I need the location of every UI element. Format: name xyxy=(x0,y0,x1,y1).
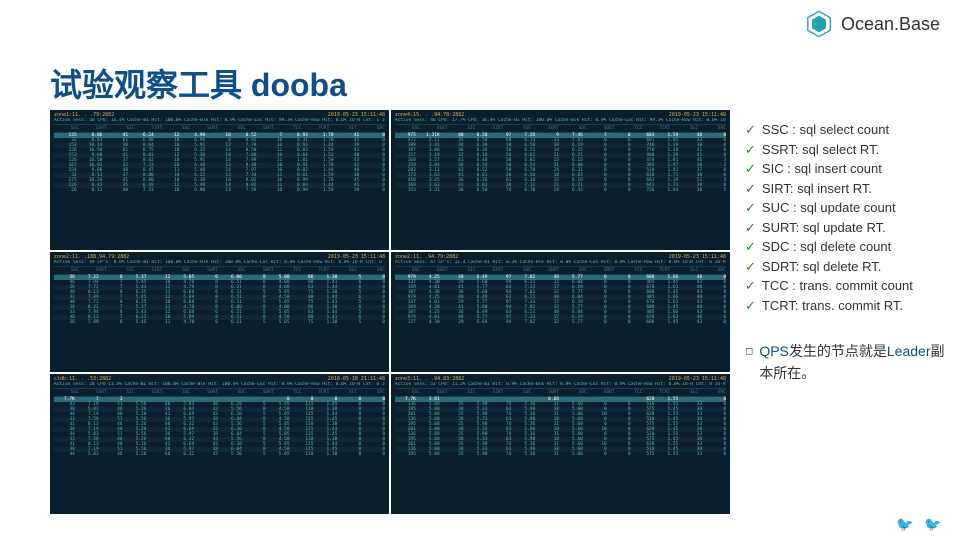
bullet-icon: ◻ xyxy=(745,344,753,385)
check-icon: ✓ xyxy=(745,120,756,140)
table-row: 1955.08355.90745.36315.60005751.55330 xyxy=(395,452,726,457)
metrics-legend: ✓ SSC : sql select count ✓ SSRT: sql select… xyxy=(745,120,945,315)
legend-text: TCC : trans. commit count xyxy=(762,276,913,296)
qps-note: ◻ QPS发生的节点就是Leader副本所在。 xyxy=(745,340,945,385)
legend-item-sdrt: ✓ SDRT: sql delete RT. xyxy=(745,257,945,277)
terminal-panel-4: cldb:11. . .53:28822018-05-18 21:11:48Ac… xyxy=(50,374,389,514)
panel-columns: SSCSSRTSICSIRTSUCSURTSDCSDRTTCCTCRTSLCSR… xyxy=(395,124,726,133)
table-row: 260.11407.31106.90137.59100.991.59390 xyxy=(54,188,385,193)
legend-item-sirt: ✓ SIRT: sql insert RT. xyxy=(745,179,945,199)
terminal-panel-0: zone1:11. . .79:28822019-05-23 15:11:48A… xyxy=(50,110,389,250)
table-row: 1533.21366.50746.70246.43007261.64305 xyxy=(395,188,726,193)
panel-columns: SSCSSRTSICSIRTSUCSURTSDCSDRTTCCTCRTSLCSR… xyxy=(54,266,385,275)
oceanbase-logo-icon xyxy=(805,10,833,38)
panel-timestamp: 2018-05-18 21:11:48 xyxy=(328,376,385,382)
terminal-panel-2: zone2:11. .188.94.79:28822019-05-23 15:1… xyxy=(50,252,389,372)
legend-item-tcc: ✓ TCC : trans. commit count xyxy=(745,276,945,296)
table-row: 267.8985.45114.7866.1155.05751.3050 xyxy=(54,320,385,325)
table-row: 445.83465.26606.32435.5655.051101.3000 xyxy=(54,452,385,457)
panel-stats: Active Sess: 52 CPU: 11.2% Cache-BI Hit:… xyxy=(395,382,726,387)
bird-icon: 🐦 xyxy=(896,516,912,532)
legend-item-tcrt: ✓ TCRT: trans. commit RT. xyxy=(745,296,945,316)
brand-header: Ocean.Base xyxy=(805,10,940,38)
panel-columns: SSCSSRTSICSIRTSUCSURTSDCSDRTTCCTCRTSLCSR… xyxy=(395,388,726,397)
panel-stats: Active Sess: 46 CPU: 17.7% CPU: 16.4% Ca… xyxy=(395,118,726,123)
panel-timestamp: 2019-05-23 15:11:48 xyxy=(328,254,385,260)
bird-icon-2: 🐦 xyxy=(924,516,940,532)
terminal-panel-1: zone4:15. . .94.78:28822019-05-23 15:11:… xyxy=(391,110,730,250)
panel-stats: Active Sess: 49 CP's: 0.0% Cache-BI Hit:… xyxy=(54,260,385,265)
legend-text: SSC : sql select count xyxy=(762,120,889,140)
note-qps: QPS xyxy=(759,343,789,359)
footer-icons: 🐦 🐦 xyxy=(896,516,940,532)
check-icon: ✓ xyxy=(745,198,756,218)
check-icon: ✓ xyxy=(745,159,756,179)
panel-timestamp: 2019-05-23 15:11:48 xyxy=(669,376,726,382)
panel-columns: SSCSSRTSICSIRTSUCSURTSDCSDRTTCCTCRTSLCSR… xyxy=(395,266,726,275)
panel-stats: Active Sess: 28 CPU 11.4% Cache-BI Hit: … xyxy=(54,382,385,387)
legend-text: TCRT: trans. commit RT. xyxy=(762,296,903,316)
panel-stats: Active Sess: 50 CPU: 16.4% Cache-BI Hit:… xyxy=(54,118,385,123)
table-row: 1374.30295.60947.02325.77006881.45430 xyxy=(395,320,726,325)
note-mid: 发生的节点就是 xyxy=(789,343,887,359)
check-icon: ✓ xyxy=(745,276,756,296)
panel-timestamp: 2019-05-23 15:11:48 xyxy=(669,112,726,118)
legend-text: SIC : sql insert count xyxy=(762,159,882,179)
terminal-panels-grid: zone1:11. . .79:28822019-05-23 15:11:48A… xyxy=(50,110,730,514)
page-title: 试验观察工具 dooba xyxy=(50,60,347,106)
check-icon: ✓ xyxy=(745,218,756,238)
legend-text: SURT: sql update RT. xyxy=(762,218,886,238)
legend-text: SDC : sql delete count xyxy=(762,237,891,257)
check-icon: ✓ xyxy=(745,140,756,160)
terminal-panel-5: zone3:11. . .94.83:28822019-05-23 15:11:… xyxy=(391,374,730,514)
panel-columns: SSCSSRTSICSIRTSUCSURTSDCSDRTTCCTCRTSLCSR… xyxy=(54,388,385,397)
legend-item-ssc: ✓ SSC : sql select count xyxy=(745,120,945,140)
legend-item-surt: ✓ SURT: sql update RT. xyxy=(745,218,945,238)
legend-text: SUC : sql update count xyxy=(762,198,896,218)
legend-item-ssrt: ✓ SSRT: sql select RT. xyxy=(745,140,945,160)
panel-columns: SSCSSRTSICSIRTSUCSURTSDCSDRTTCCTCRTSLCSR… xyxy=(54,124,385,133)
check-icon: ✓ xyxy=(745,257,756,277)
legend-item-sdc: ✓ SDC : sql delete count xyxy=(745,237,945,257)
panel-timestamp: 2019-05-23 15:11:48 xyxy=(328,112,385,118)
note-leader: Leader xyxy=(887,343,931,359)
legend-text: SDRT: sql delete RT. xyxy=(762,257,881,277)
check-icon: ✓ xyxy=(745,237,756,257)
brand-name: Ocean.Base xyxy=(841,14,940,35)
legend-text: SSRT: sql select RT. xyxy=(762,140,879,160)
terminal-panel-3: zone2:11. .94.79:28822019-05-23 15:11:48… xyxy=(391,252,730,372)
panel-timestamp: 2019-05-23 15:11:48 xyxy=(669,254,726,260)
legend-item-sic: ✓ SIC : sql insert count xyxy=(745,159,945,179)
legend-text: SIRT: sql insert RT. xyxy=(762,179,872,199)
check-icon: ✓ xyxy=(745,179,756,199)
panel-stats: Active Sess: 47 CP's: 11.4 Cache-BI Hit:… xyxy=(395,260,726,265)
check-icon: ✓ xyxy=(745,296,756,316)
legend-item-suc: ✓ SUC : sql update count xyxy=(745,198,945,218)
